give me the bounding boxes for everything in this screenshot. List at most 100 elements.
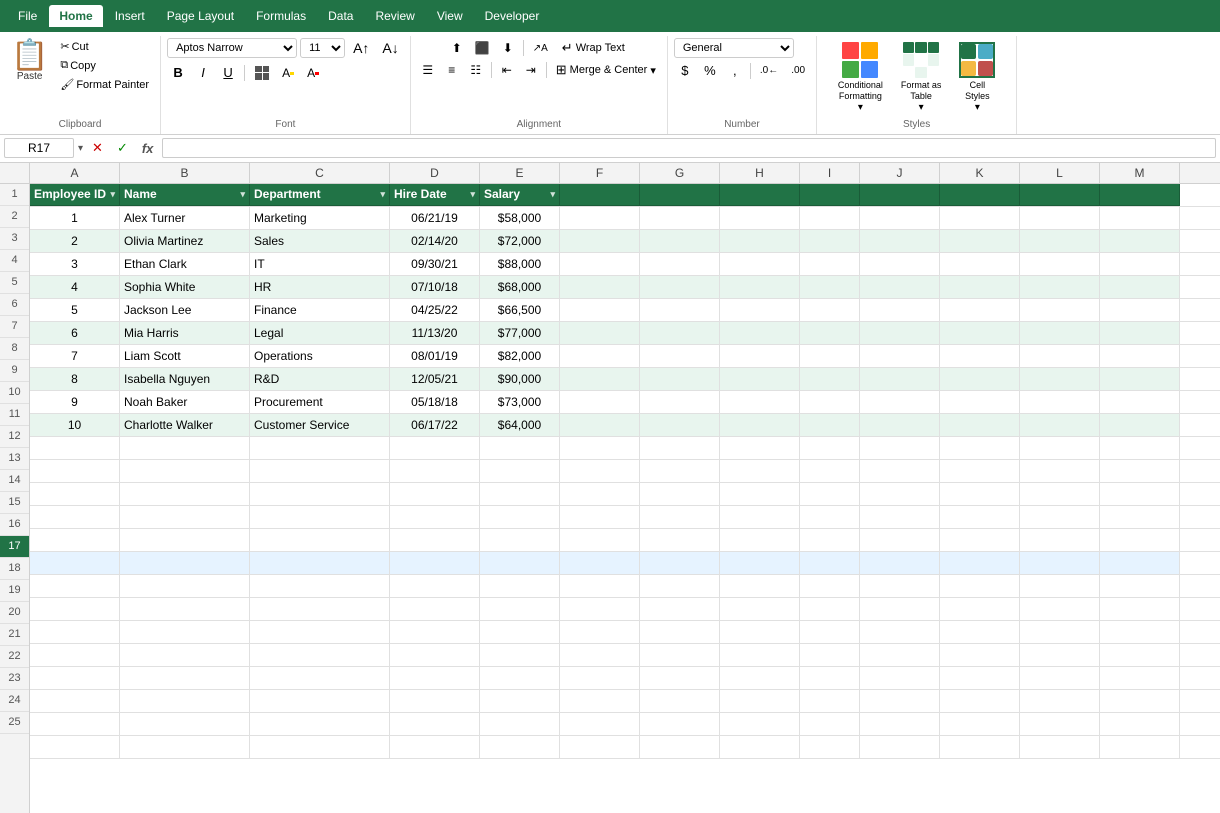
grid-cell[interactable] — [860, 506, 940, 528]
grid-cell[interactable] — [1100, 276, 1180, 298]
grid-cell[interactable] — [640, 322, 720, 344]
grid-cell[interactable] — [640, 391, 720, 413]
grid-cell[interactable] — [1100, 368, 1180, 390]
row-num-8[interactable]: 8 — [0, 338, 29, 360]
align-right-button[interactable]: ☷ — [465, 61, 487, 79]
grid-cell[interactable] — [30, 437, 120, 459]
align-center-button[interactable]: ≡ — [441, 61, 463, 79]
col-header-l[interactable]: L — [1020, 163, 1100, 183]
grid-cell[interactable] — [1100, 184, 1180, 206]
grid-cell[interactable] — [940, 391, 1020, 413]
grid-cell[interactable] — [560, 644, 640, 666]
col-header-h[interactable]: H — [720, 163, 800, 183]
grid-cell[interactable] — [940, 667, 1020, 689]
col-header-j[interactable]: J — [860, 163, 940, 183]
grid-cell[interactable]: $73,000 — [480, 391, 560, 413]
grid-cell[interactable] — [720, 414, 800, 436]
grid-cell[interactable] — [560, 184, 640, 206]
grid-cell[interactable] — [1100, 414, 1180, 436]
orientation-button[interactable]: ↗A — [528, 41, 553, 56]
grid-cell[interactable] — [720, 322, 800, 344]
grid-cell[interactable] — [1020, 414, 1100, 436]
grid-cell[interactable] — [1100, 667, 1180, 689]
grid-cell[interactable] — [800, 345, 860, 367]
row-num-16[interactable]: 16 — [0, 514, 29, 536]
grid-cell[interactable] — [720, 598, 800, 620]
grid-cell[interactable] — [940, 230, 1020, 252]
grid-cell[interactable] — [640, 529, 720, 551]
grid-cell[interactable] — [560, 230, 640, 252]
grid-cell[interactable] — [480, 667, 560, 689]
percent-button[interactable]: % — [699, 61, 721, 80]
grid-cell[interactable] — [640, 414, 720, 436]
grid-cell[interactable] — [640, 552, 720, 574]
grid-cell[interactable] — [560, 207, 640, 229]
grid-cell[interactable] — [640, 368, 720, 390]
grid-cell[interactable] — [800, 667, 860, 689]
grid-cell[interactable] — [940, 345, 1020, 367]
grid-cell[interactable] — [1100, 644, 1180, 666]
grid-cell[interactable] — [940, 621, 1020, 643]
grid-cell[interactable] — [640, 437, 720, 459]
column-dropdown-icon[interactable]: ▾ — [380, 189, 385, 200]
row-num-24[interactable]: 24 — [0, 690, 29, 712]
grid-cell[interactable] — [640, 506, 720, 528]
grid-cell[interactable] — [1100, 230, 1180, 252]
grid-cell[interactable] — [1100, 621, 1180, 643]
grid-cell[interactable] — [720, 184, 800, 206]
grid-cell[interactable] — [720, 345, 800, 367]
grid-cell[interactable]: Noah Baker — [120, 391, 250, 413]
grid-cell[interactable]: 5 — [30, 299, 120, 321]
grid-cell[interactable] — [120, 644, 250, 666]
grid-cell[interactable] — [250, 575, 390, 597]
grid-cell[interactable] — [720, 736, 800, 758]
grid-cell[interactable] — [940, 276, 1020, 298]
grid-cell[interactable] — [30, 736, 120, 758]
grid-cell[interactable] — [250, 460, 390, 482]
grid-cell[interactable] — [860, 483, 940, 505]
font-color-button[interactable]: A — [302, 64, 324, 82]
grid-cell[interactable] — [1020, 368, 1100, 390]
merge-center-button[interactable]: ⊞ Merge & Center ▾ — [551, 60, 661, 80]
font-size-selector[interactable]: 11 — [300, 38, 345, 58]
grid-cell[interactable] — [1100, 598, 1180, 620]
grid-cell[interactable] — [1020, 230, 1100, 252]
grid-cell[interactable]: $72,000 — [480, 230, 560, 252]
grid-cell[interactable] — [720, 690, 800, 712]
grid-cell[interactable]: HR — [250, 276, 390, 298]
grid-cell[interactable] — [800, 207, 860, 229]
decrease-font-button[interactable]: A↓ — [377, 38, 403, 58]
grid-cell[interactable]: $68,000 — [480, 276, 560, 298]
grid-cell[interactable] — [1020, 598, 1100, 620]
grid-cell[interactable] — [800, 253, 860, 275]
italic-button[interactable]: I — [192, 63, 214, 82]
grid-cell[interactable] — [720, 621, 800, 643]
column-dropdown-icon[interactable]: ▾ — [470, 189, 475, 200]
grid-cell[interactable] — [640, 644, 720, 666]
grid-cell[interactable] — [860, 345, 940, 367]
tab-page-layout[interactable]: Page Layout — [157, 5, 244, 27]
grid-cell[interactable] — [30, 575, 120, 597]
grid-cell[interactable] — [1100, 253, 1180, 275]
grid-cell[interactable]: 06/17/22 — [390, 414, 480, 436]
grid-cell[interactable] — [860, 552, 940, 574]
grid-cell[interactable] — [480, 529, 560, 551]
tab-formulas[interactable]: Formulas — [246, 5, 316, 27]
grid-cell[interactable] — [390, 690, 480, 712]
grid-cell[interactable] — [390, 736, 480, 758]
grid-cell[interactable] — [720, 552, 800, 574]
grid-cell[interactable] — [30, 552, 120, 574]
grid-cell[interactable] — [800, 276, 860, 298]
grid-cell[interactable] — [480, 437, 560, 459]
grid-cell[interactable] — [720, 230, 800, 252]
bold-button[interactable]: B — [167, 63, 189, 82]
decrease-decimal-button[interactable]: .0← — [755, 63, 783, 78]
row-num-17[interactable]: 17 — [0, 536, 29, 558]
grid-cell[interactable]: Isabella Nguyen — [120, 368, 250, 390]
row-num-21[interactable]: 21 — [0, 624, 29, 646]
grid-cell[interactable] — [390, 644, 480, 666]
grid-cell[interactable] — [1100, 460, 1180, 482]
grid-cell[interactable] — [1020, 506, 1100, 528]
grid-cell[interactable] — [480, 644, 560, 666]
grid-cell[interactable] — [940, 690, 1020, 712]
